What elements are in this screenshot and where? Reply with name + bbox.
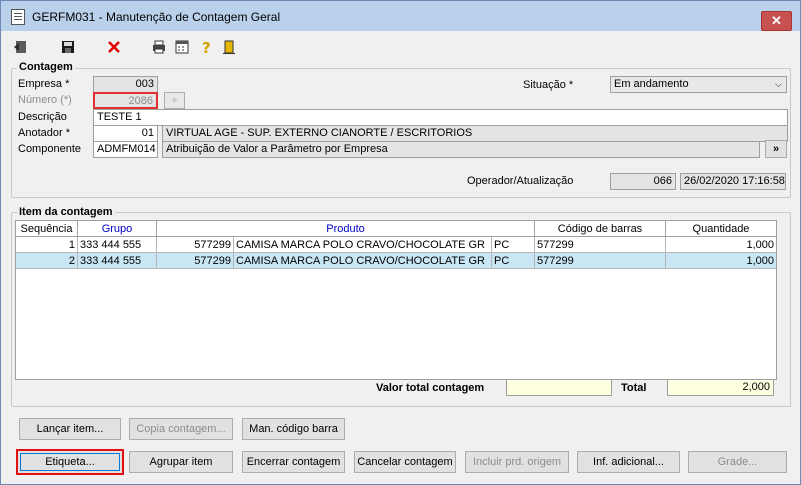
cell-sequencia: 2 xyxy=(16,253,78,269)
delete-icon[interactable] xyxy=(106,39,122,55)
close-button[interactable]: ✕ xyxy=(761,11,792,31)
anotador-name-field: VIRTUAL AGE - SUP. EXTERNO CIANORTE / ES… xyxy=(162,125,788,142)
incluir-prd-origem-button[interactable]: Incluir prd. origem xyxy=(465,451,569,473)
cell-grupo: 333 444 555 xyxy=(78,237,157,253)
cell-quantidade: 1,000 xyxy=(666,253,776,269)
agrupar-item-button[interactable]: Agrupar item xyxy=(129,451,233,473)
cell-codigo-barras: 577299 xyxy=(535,253,666,269)
items-table[interactable]: Sequência Grupo Produto Código de barras… xyxy=(15,220,777,380)
svg-text:?: ? xyxy=(202,39,211,55)
cell-quantidade: 1,000 xyxy=(666,237,776,253)
lancar-item-button[interactable]: Lançar item... xyxy=(19,418,121,440)
encerrar-contagem-button[interactable]: Encerrar contagem xyxy=(242,451,345,473)
contagem-legend: Contagem xyxy=(17,61,75,73)
cell-produto: CAMISA MARCA POLO CRAVO/CHOCOLATE GR xyxy=(234,253,492,269)
situacao-label: Situação * xyxy=(523,79,574,91)
column-header-sequencia[interactable]: Sequência xyxy=(16,221,78,237)
operador-code-field: 066 xyxy=(610,173,676,190)
cell-produto: CAMISA MARCA POLO CRAVO/CHOCOLATE GR xyxy=(234,237,492,253)
cell-unidade: PC xyxy=(492,237,535,253)
valor-total-field xyxy=(506,379,612,396)
operador-label: Operador/Atualização xyxy=(467,175,574,187)
anotador-code-field[interactable]: 01 xyxy=(93,125,158,142)
empresa-field[interactable]: 003 xyxy=(93,76,158,93)
operador-datetime-field: 26/02/2020 17:16:58 xyxy=(680,173,786,190)
cancelar-contagem-button[interactable]: Cancelar contagem xyxy=(354,451,456,473)
column-header-grupo[interactable]: Grupo xyxy=(78,221,157,237)
componente-name-field: Atribuição de Valor a Parâmetro por Empr… xyxy=(162,141,760,158)
cell-codigo-barras: 577299 xyxy=(535,237,666,253)
numero-label: Número (*) xyxy=(18,94,72,106)
valor-total-label: Valor total contagem xyxy=(376,382,485,394)
numero-field[interactable]: 2086 xyxy=(93,92,158,109)
situacao-select[interactable]: Em andamento ⌵ xyxy=(610,76,787,93)
title-bar: GERFM031 - Manutenção de Contagem Geral … xyxy=(1,1,800,31)
cell-codigo: 577299 xyxy=(157,237,234,253)
anotador-label: Anotador * xyxy=(18,127,70,139)
save-icon[interactable] xyxy=(60,39,76,55)
column-header-quantidade[interactable]: Quantidade xyxy=(666,221,776,237)
print-icon[interactable] xyxy=(151,39,167,55)
door-icon[interactable] xyxy=(221,39,237,55)
cell-grupo: 333 444 555 xyxy=(78,253,157,269)
copia-contagem-button[interactable]: Copia contagem... xyxy=(129,418,233,440)
items-legend: Item da contagem xyxy=(17,206,115,218)
cell-codigo: 577299 xyxy=(157,253,234,269)
etiqueta-button[interactable]: Etiqueta... xyxy=(16,449,124,475)
wand-icon: ✧ xyxy=(170,95,179,105)
cell-unidade: PC xyxy=(492,253,535,269)
column-header-codigo-barras[interactable]: Código de barras xyxy=(535,221,666,237)
situacao-value: Em andamento xyxy=(614,78,689,90)
numero-lookup-button[interactable]: ✧ xyxy=(164,92,185,109)
calculator-icon[interactable] xyxy=(174,39,190,55)
descricao-label: Descrição xyxy=(18,111,67,123)
main-window: GERFM031 - Manutenção de Contagem Geral … xyxy=(0,0,801,485)
grade-button[interactable]: Grade... xyxy=(688,451,787,473)
total-field: 2,000 xyxy=(667,379,774,396)
descricao-field[interactable]: TESTE 1 xyxy=(93,109,788,126)
componente-code-field[interactable]: ADMFM014 xyxy=(93,141,158,158)
chevron-down-icon: ⌵ xyxy=(775,79,782,89)
componente-open-button[interactable]: » xyxy=(765,140,787,158)
exit-icon[interactable] xyxy=(13,39,29,55)
componente-label: Componente xyxy=(18,143,81,155)
document-icon xyxy=(11,9,25,25)
toolbar: ? xyxy=(1,31,800,61)
window-title: GERFM031 - Manutenção de Contagem Geral xyxy=(32,10,281,24)
total-label: Total xyxy=(621,382,647,394)
column-header-produto[interactable]: Produto xyxy=(157,221,535,237)
empresa-label: Empresa * xyxy=(18,78,70,90)
man-codigo-barra-button[interactable]: Man. código barra xyxy=(242,418,345,440)
cell-sequencia: 1 xyxy=(16,237,78,253)
help-icon[interactable]: ? xyxy=(198,39,214,55)
inf-adicional-button[interactable]: Inf. adicional... xyxy=(577,451,680,473)
